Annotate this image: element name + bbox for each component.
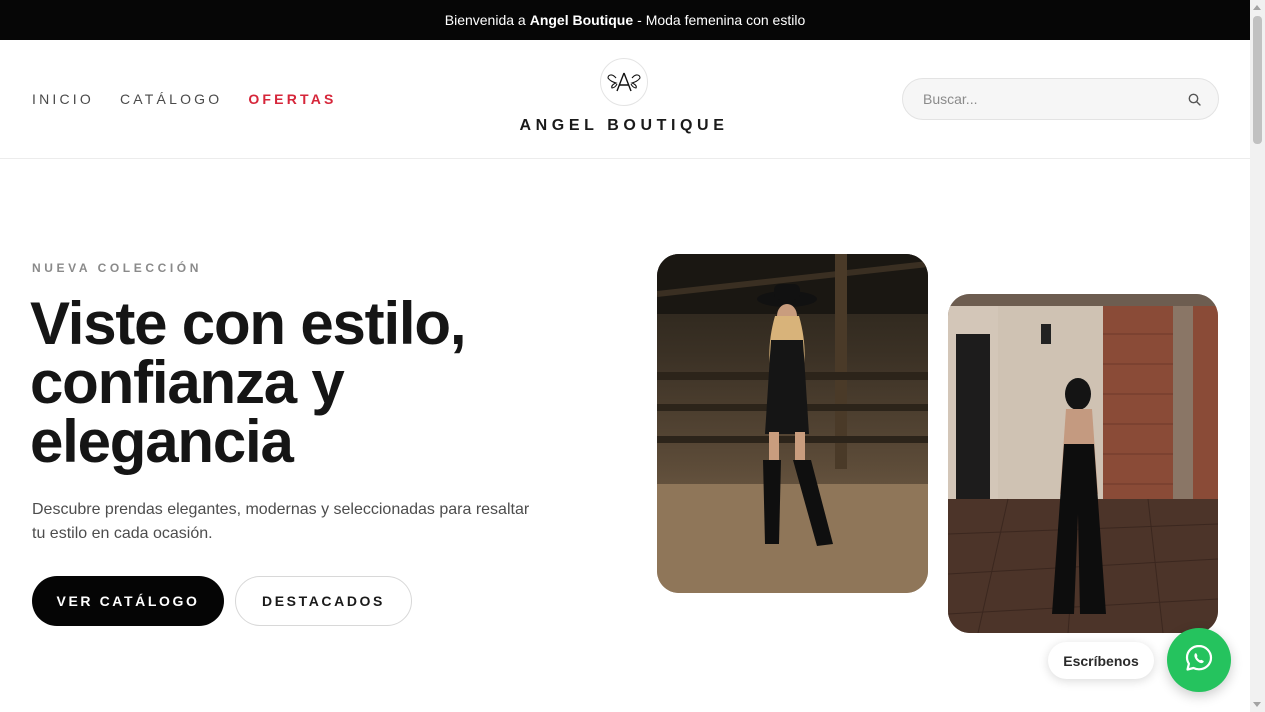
nav-item-inicio[interactable]: INICIO [32, 91, 94, 107]
announcement-brand: Angel Boutique [529, 12, 634, 28]
site-header: INICIO CATÁLOGO OFERTAS ANGEL BOUTIQUE [0, 40, 1250, 159]
view-catalog-button[interactable]: VER CATÁLOGO [32, 576, 224, 626]
hero-headline: Viste con estilo, confianza y elegancia [30, 290, 467, 475]
hero-photo-cowgirl-outfit [657, 254, 928, 593]
whatsapp-icon [1184, 643, 1214, 678]
brand-logo[interactable]: ANGEL BOUTIQUE [516, 58, 732, 135]
search-bar [902, 78, 1219, 120]
search-icon[interactable] [1186, 91, 1202, 107]
search-input[interactable] [923, 91, 1186, 107]
nav-item-catalogo[interactable]: CATÁLOGO [120, 91, 222, 107]
nav-item-ofertas[interactable]: OFERTAS [248, 91, 336, 107]
hero-subtext: Descubre prendas elegantes, modernas y s… [32, 501, 530, 542]
whatsapp-button[interactable] [1167, 628, 1231, 692]
scroll-up-arrow-icon[interactable] [1253, 5, 1261, 10]
scroll-thumb[interactable] [1253, 16, 1262, 144]
featured-button[interactable]: DESTACADOS [235, 576, 412, 626]
main-nav: INICIO CATÁLOGO OFERTAS [32, 91, 337, 107]
hero-kicker: NUEVA COLECCIÓN [32, 261, 203, 275]
announcement-bar: Bienvenida a Angel Boutique - Moda femen… [0, 0, 1250, 40]
scroll-down-arrow-icon[interactable] [1253, 702, 1261, 707]
announcement-suffix: - Moda femenina con estilo [637, 12, 806, 28]
angel-wings-logo-icon [600, 58, 648, 106]
brand-name: ANGEL BOUTIQUE [519, 117, 729, 134]
chat-label[interactable]: Escríbenos [1048, 642, 1154, 679]
page-scrollbar[interactable] [1250, 0, 1265, 712]
hero-photo-black-jumpsuit [948, 294, 1218, 633]
announcement-prefix: Bienvenida a [444, 12, 526, 28]
